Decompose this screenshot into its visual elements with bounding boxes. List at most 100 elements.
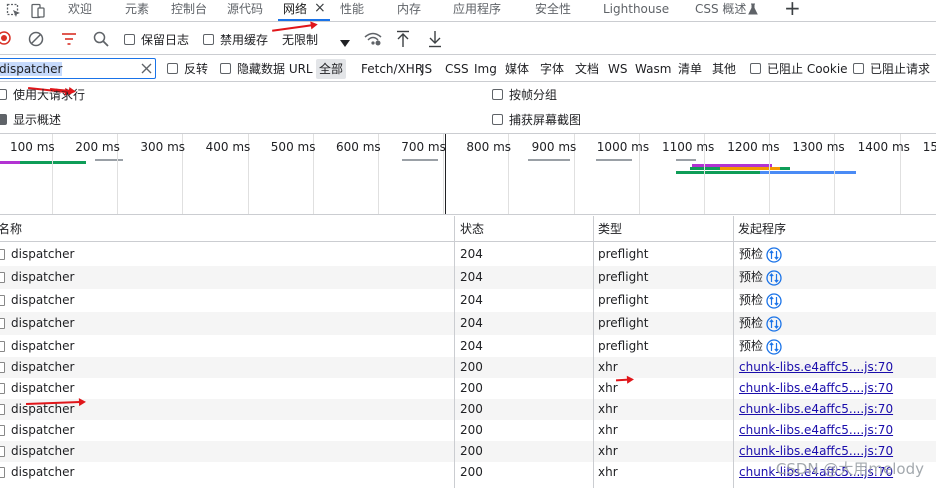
preflight-link-icon[interactable] (766, 339, 782, 358)
capture-screenshots-label: 捕获屏幕截图 (509, 113, 582, 127)
table-row[interactable]: dispatcher 200 xhr chunk-libs.e4affc5....js… (0, 378, 936, 399)
import-har-icon[interactable] (396, 30, 410, 51)
tab-sources[interactable]: 源代码 (227, 0, 263, 22)
overview-bar (528, 159, 570, 161)
filter-input[interactable]: dispatcher (0, 62, 63, 76)
tab-console[interactable]: 控制台 (171, 0, 207, 22)
throttling-select[interactable]: 无限制 (277, 28, 354, 50)
request-type: xhr (598, 381, 618, 395)
tab-css-overview[interactable]: CSS 概述 (695, 0, 746, 22)
preflight-link-icon[interactable] (766, 247, 782, 266)
timeline-tick-label: 800 ms (466, 140, 512, 154)
network-overview-timeline[interactable]: 100 ms 200 ms 300 ms 400 ms 500 ms 600 ms 700 … (0, 133, 936, 215)
filter-icon[interactable] (61, 32, 77, 49)
device-toolbar-icon[interactable] (30, 3, 46, 22)
request-name: dispatcher (11, 360, 75, 374)
clear-icon[interactable] (28, 31, 44, 50)
request-status: 204 (460, 247, 483, 261)
column-header-initiator[interactable]: 发起程序 (738, 216, 786, 242)
capture-screenshots-checkbox[interactable] (492, 114, 503, 125)
document-file-icon (0, 467, 5, 478)
search-icon[interactable] (93, 31, 109, 50)
request-type: preflight (598, 316, 649, 330)
initiator-text: 预检 (739, 293, 764, 307)
request-status: 204 (460, 339, 483, 353)
tab-memory[interactable]: 内存 (397, 0, 421, 22)
initiator-link[interactable]: chunk-libs.e4affc5....js:70 (739, 357, 893, 378)
record-stop-icon[interactable] (0, 31, 12, 48)
overview-bar (720, 167, 780, 170)
tab-welcome[interactable]: 欢迎 (68, 0, 92, 22)
overview-bar (20, 161, 86, 164)
blocked-cookies-label: 已阻止 Cookie (767, 62, 848, 76)
type-filter-4[interactable]: Img (471, 59, 500, 79)
type-filter-5[interactable]: 媒体 (502, 59, 532, 79)
clear-filter-icon[interactable] (141, 63, 152, 77)
initiator-link[interactable]: chunk-libs.e4affc5....js:70 (739, 399, 893, 420)
request-name: dispatcher (11, 465, 75, 479)
column-divider (593, 216, 594, 488)
blocked-requests-checkbox[interactable] (853, 63, 864, 74)
timeline-tick-label: 400 ms (205, 140, 251, 154)
type-filter-10[interactable]: 清单 (675, 59, 705, 79)
preflight-link-icon[interactable] (766, 293, 782, 312)
column-header-type[interactable]: 类型 (598, 216, 622, 242)
type-filter-11[interactable]: 其他 (709, 59, 739, 79)
type-filter-1[interactable]: Fetch/XHR (358, 59, 426, 79)
table-row[interactable]: dispatcher 204 preflight 预检 (0, 312, 936, 335)
table-row[interactable]: dispatcher 204 preflight 预检 (0, 335, 936, 357)
hide-data-url-checkbox[interactable] (220, 63, 231, 74)
request-status: 204 (460, 270, 483, 284)
type-filter-2[interactable]: JS (418, 59, 435, 79)
network-conditions-icon[interactable] (364, 31, 382, 50)
large-rows-checkbox[interactable] (0, 89, 7, 100)
table-row[interactable]: dispatcher 204 preflight 预检 (0, 266, 936, 289)
table-row[interactable]: dispatcher 204 preflight 预检 (0, 289, 936, 312)
hide-data-url-label: 隐藏数据 URL (237, 62, 313, 76)
preflight-link-icon[interactable] (766, 270, 782, 289)
tab-lighthouse[interactable]: Lighthouse (603, 0, 669, 22)
initiator-link[interactable]: chunk-libs.e4affc5....js:70 (739, 420, 893, 441)
tab-security[interactable]: 安全性 (535, 0, 571, 22)
preflight-link-icon[interactable] (766, 316, 782, 335)
request-name: dispatcher (11, 247, 75, 261)
request-status: 200 (460, 360, 483, 374)
group-by-frame-checkbox[interactable] (492, 89, 503, 100)
timeline-tick-label: 1400 ms (857, 140, 910, 154)
disable-cache-checkbox[interactable] (203, 34, 214, 45)
initiator-text: 预检 (739, 270, 764, 284)
type-filter-9[interactable]: Wasm (632, 59, 674, 79)
table-row[interactable]: dispatcher 204 preflight 预检 (0, 243, 936, 266)
add-tab-button[interactable]: + (784, 0, 801, 20)
tab-performance[interactable]: 性能 (340, 0, 364, 22)
export-har-icon[interactable] (428, 30, 442, 51)
column-header-name[interactable]: 名称 (0, 216, 22, 242)
tab-elements[interactable]: 元素 (125, 0, 149, 22)
filter-input-box[interactable]: dispatcher (0, 58, 156, 79)
column-header-status[interactable]: 状态 (460, 216, 484, 242)
table-row[interactable]: dispatcher 200 xhr chunk-libs.e4affc5....js… (0, 357, 936, 378)
request-type: xhr (598, 423, 618, 437)
type-filter-3[interactable]: CSS (442, 59, 472, 79)
timeline-tick-label: 700 ms (401, 140, 446, 154)
preserve-log-checkbox[interactable] (124, 34, 135, 45)
inspect-element-icon[interactable] (6, 3, 22, 22)
type-filter-8[interactable]: WS (605, 59, 630, 79)
options-row-1: 使用大请求行 按帧分组 (0, 84, 936, 108)
document-file-icon (0, 446, 5, 457)
type-filter-0[interactable]: 全部 (316, 59, 347, 79)
initiator-link[interactable]: chunk-libs.e4affc5....js:70 (739, 378, 893, 399)
experimental-flask-icon (748, 3, 758, 18)
type-filter-6[interactable]: 字体 (537, 59, 567, 79)
preserve-log-label: 保留日志 (141, 33, 190, 47)
overview-bar (95, 159, 123, 161)
overview-bar (0, 161, 20, 164)
blocked-cookies-checkbox[interactable] (750, 63, 761, 74)
tab-application[interactable]: 应用程序 (453, 0, 501, 22)
show-overview-checkbox[interactable] (0, 114, 7, 125)
table-row[interactable]: dispatcher 200 xhr chunk-libs.e4affc5....js… (0, 399, 936, 420)
type-filter-7[interactable]: 文档 (572, 59, 602, 79)
timeline-tick-label: 1300 ms (792, 140, 845, 154)
invert-checkbox[interactable] (167, 63, 178, 74)
table-row[interactable]: dispatcher 200 xhr chunk-libs.e4affc5....js… (0, 420, 936, 441)
